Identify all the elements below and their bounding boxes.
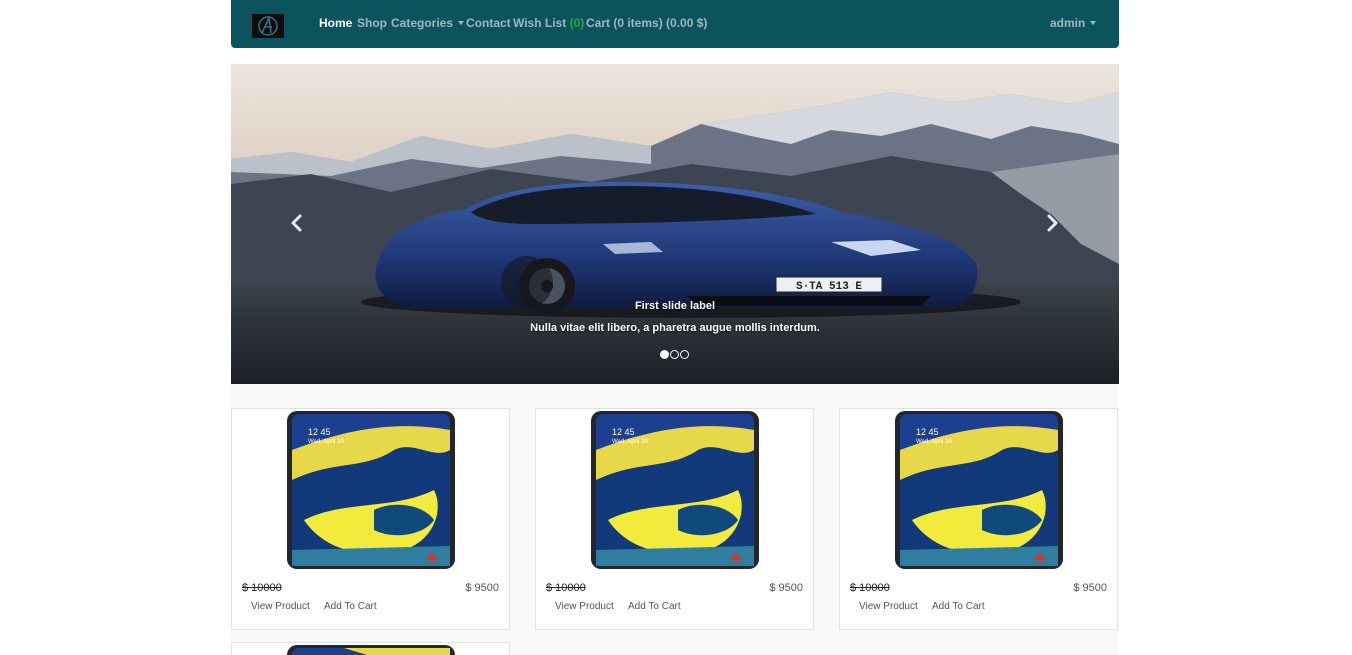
nav-home[interactable]: Home <box>319 16 352 30</box>
view-product-link[interactable]: View Product <box>251 601 310 612</box>
product-card: 12 45 Wed, April 10 $ 10000 $ 9500 View … <box>535 408 814 630</box>
carousel-next-button[interactable] <box>1037 208 1067 238</box>
nav-wishlist-label: Wish List <box>513 16 567 30</box>
carousel-indicator-2[interactable] <box>670 350 679 359</box>
product-image: 12 45 Wed, April 10 <box>287 411 455 569</box>
add-to-cart-link[interactable]: Add To Cart <box>628 601 681 612</box>
carousel-indicator-1[interactable] <box>660 350 669 359</box>
top-navbar: Home Shop Categories Contact Wish List (… <box>231 0 1119 48</box>
product-image: 12 45 Wed, April 10 <box>591 411 759 569</box>
logo-icon[interactable] <box>252 14 284 38</box>
product-image: 12 45 Wed, April 10 <box>895 411 1063 569</box>
phone-date: Wed, April 10 <box>916 439 952 445</box>
add-to-cart-link[interactable]: Add To Cart <box>932 601 985 612</box>
product-card <box>231 642 510 655</box>
nav-shop[interactable]: Shop <box>357 16 387 30</box>
carousel-indicators <box>660 350 689 359</box>
user-name: admin <box>1050 16 1086 30</box>
chevron-left-icon <box>291 214 302 232</box>
price: $ 9500 <box>1073 582 1107 594</box>
product-image <box>287 645 455 655</box>
user-menu[interactable]: admin <box>1050 16 1097 30</box>
slide-title: First slide label <box>634 300 716 312</box>
nav-contact[interactable]: Contact <box>466 16 511 30</box>
phone-time: 12 45 <box>612 427 635 437</box>
wishlist-count-badge: (0) <box>569 16 585 30</box>
carousel-indicator-3[interactable] <box>680 350 689 359</box>
license-plate: S·TA 513 E <box>796 281 862 293</box>
slide-caption: Nulla vitae elit libero, a pharetra augu… <box>530 322 820 334</box>
nav-categories-label: Categories <box>391 16 454 30</box>
hero-carousel: S·TA 513 E First slide label Nulla vitae… <box>231 64 1119 384</box>
phone-time: 12 45 <box>308 427 331 437</box>
page: Home Shop Categories Contact Wish List (… <box>0 0 1352 655</box>
add-to-cart-link[interactable]: Add To Cart <box>324 601 377 612</box>
phone-date: Wed, April 10 <box>612 439 648 445</box>
chevron-down-icon <box>1090 21 1097 25</box>
phone-date: Wed, April 10 <box>308 439 344 445</box>
view-product-link[interactable]: View Product <box>859 601 918 612</box>
old-price: $ 10000 <box>850 582 890 594</box>
chevron-down-icon <box>458 21 465 25</box>
chevron-right-icon <box>1047 214 1058 232</box>
slide-image: S·TA 513 E <box>231 64 1119 384</box>
old-price: $ 10000 <box>242 582 282 594</box>
carousel-prev-button[interactable] <box>282 208 312 238</box>
price: $ 9500 <box>769 582 803 594</box>
product-card: 12 45 Wed, April 10 $ 10000 $ 9500 View … <box>839 408 1118 630</box>
old-price: $ 10000 <box>546 582 586 594</box>
nav-cart[interactable]: Cart (0 items) (0.00 $) <box>586 16 707 30</box>
nav-wishlist[interactable]: Wish List (0) <box>513 16 584 30</box>
nav-categories[interactable]: Categories <box>391 16 465 30</box>
view-product-link[interactable]: View Product <box>555 601 614 612</box>
phone-time: 12 45 <box>916 427 939 437</box>
product-card: 12 45 Wed, April 10 $ 10000 $ 9500 View … <box>231 408 510 630</box>
price: $ 9500 <box>465 582 499 594</box>
